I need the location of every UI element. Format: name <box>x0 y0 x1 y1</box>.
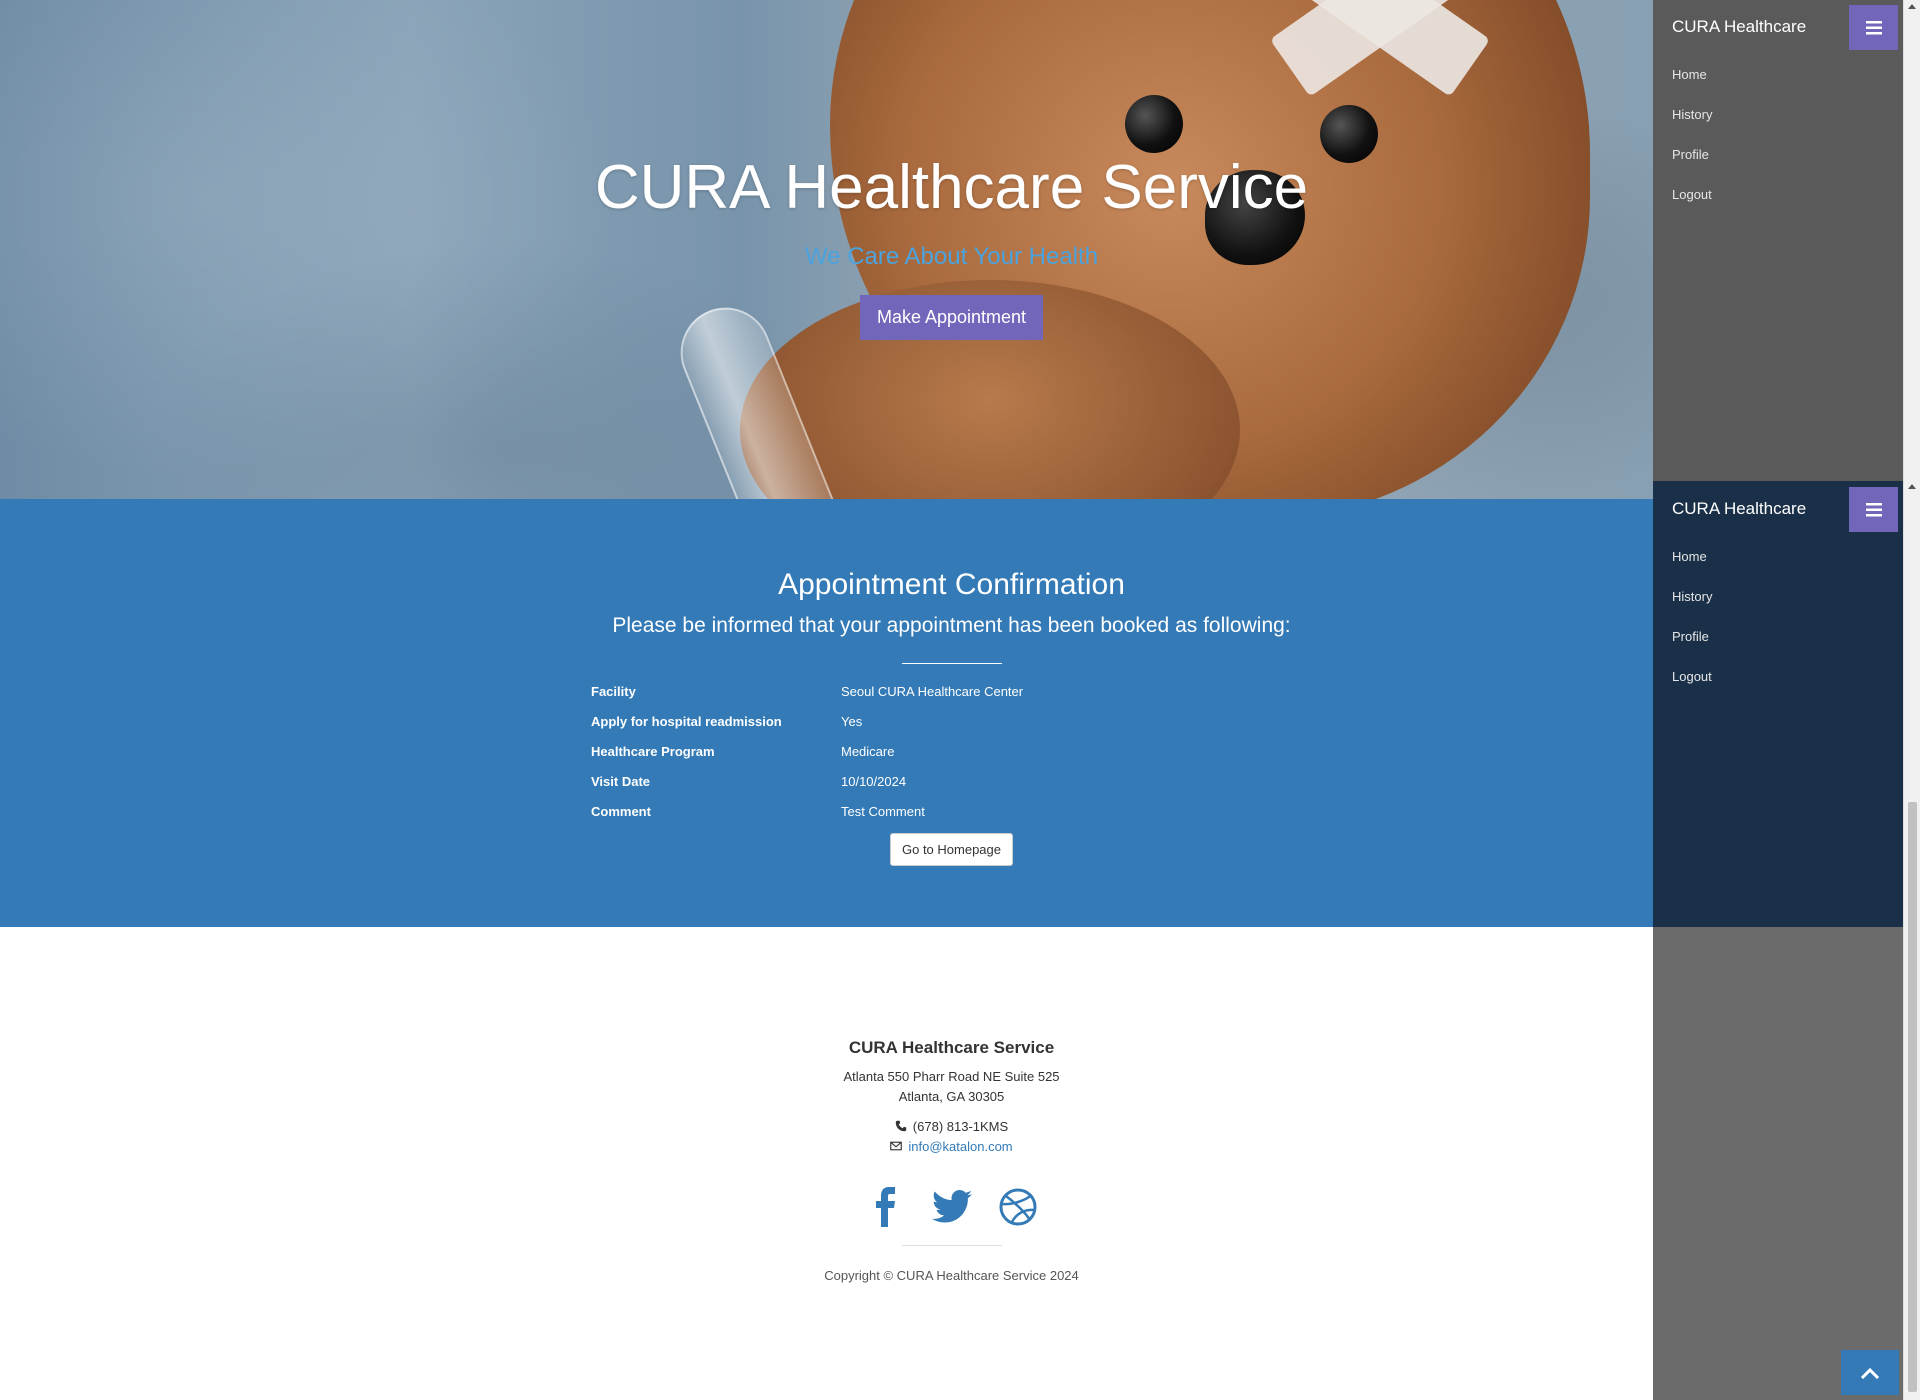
sidebar-item-home[interactable]: Home <box>1672 549 1707 565</box>
sidebar-item-profile[interactable]: Profile <box>1672 629 1709 645</box>
footer-company-name: CURA Healthcare Service <box>848 1038 1055 1057</box>
appointment-confirmation-section: Appointment Confirmation Please be infor… <box>0 499 1653 927</box>
detail-row-comment: Comment Test Comment <box>591 804 1311 834</box>
copyright: Copyright © CURA Healthcare Service 2024 <box>824 1268 1079 1283</box>
hero-subtitle: We Care About Your Health <box>804 243 1099 270</box>
envelope-icon <box>890 1141 903 1151</box>
program-value: Medicare <box>841 744 895 759</box>
social-links <box>0 1187 1903 1227</box>
back-to-top-button[interactable] <box>1841 1350 1899 1395</box>
detail-row-visit-date: Visit Date 10/10/2024 <box>591 774 1311 804</box>
detail-row-facility: Facility Seoul CURA Healthcare Center <box>591 684 1311 714</box>
email-line: info@katalon.com <box>0 1137 1903 1157</box>
phone-line: (678) 813-1KMS <box>0 1117 1903 1137</box>
hero-title: CURA Healthcare Service <box>594 153 1309 222</box>
facility-value: Seoul CURA Healthcare Center <box>841 684 1024 699</box>
appointment-details: Facility Seoul CURA Healthcare Center Ap… <box>591 684 1311 834</box>
sidebar-overlay: CURA Healthcare Home History Profile Log… <box>1653 0 1903 1400</box>
dribbble-icon[interactable] <box>998 1187 1038 1227</box>
menu-toggle-button[interactable] <box>1849 5 1898 50</box>
divider <box>901 663 1002 664</box>
chevron-up-icon <box>1861 1367 1879 1379</box>
email-link[interactable]: info@katalon.com <box>908 1139 1012 1154</box>
hamburger-icon <box>1865 502 1882 516</box>
sidebar-brand[interactable]: CURA Healthcare <box>1672 16 1806 38</box>
detail-label: Visit Date <box>591 774 651 789</box>
footer-address: Atlanta 550 Pharr Road NE Suite 525 Atla… <box>0 1067 1903 1107</box>
address-line-2: Atlanta, GA 30305 <box>898 1089 1005 1104</box>
hero-section: CURA Healthcare Service We Care About Yo… <box>0 0 1653 499</box>
detail-row-program: Healthcare Program Medicare <box>591 744 1311 774</box>
sidebar-brand[interactable]: CURA Healthcare <box>1672 498 1806 520</box>
sidebar-item-logout[interactable]: Logout <box>1672 187 1712 203</box>
scroll-thumb[interactable] <box>1908 802 1917 1392</box>
sidebar-item-home[interactable]: Home <box>1672 67 1707 83</box>
footer-divider <box>901 1245 1002 1246</box>
hamburger-icon <box>1865 20 1882 34</box>
phone-number: (678) 813-1KMS <box>912 1119 1009 1134</box>
bear-eye-left <box>1125 95 1183 153</box>
detail-label: Facility <box>591 684 636 699</box>
phone-icon <box>895 1120 907 1132</box>
address-line-1: Atlanta 550 Pharr Road NE Suite 525 <box>843 1069 1060 1084</box>
footer: CURA Healthcare Service Atlanta 550 Phar… <box>0 927 1903 1284</box>
sidebar-panel-sticky: CURA Healthcare Home History Profile Log… <box>1653 481 1903 927</box>
menu-toggle-button[interactable] <box>1849 487 1898 532</box>
comment-value: Test Comment <box>841 804 925 819</box>
hero-content: CURA Healthcare Service We Care About Yo… <box>0 152 1653 340</box>
go-to-homepage-button[interactable]: Go to Homepage <box>890 833 1013 866</box>
scroll-up-arrow-icon[interactable] <box>1908 484 1916 489</box>
scroll-up-arrow-icon[interactable] <box>1908 4 1916 9</box>
detail-label: Apply for hospital readmission <box>591 714 782 729</box>
twitter-icon[interactable] <box>931 1187 972 1227</box>
readmission-value: Yes <box>841 714 863 729</box>
confirmation-subtitle: Please be informed that your appointment… <box>612 614 1291 637</box>
page-scrollbar[interactable] <box>1903 0 1920 1400</box>
detail-label: Comment <box>591 804 651 819</box>
confirmation-title: Appointment Confirmation <box>778 568 1125 601</box>
detail-label: Healthcare Program <box>591 744 715 759</box>
sidebar-item-logout[interactable]: Logout <box>1672 669 1712 685</box>
sidebar-panel-top: CURA Healthcare Home History Profile Log… <box>1653 0 1903 499</box>
facebook-icon[interactable] <box>866 1187 906 1227</box>
detail-row-readmission: Apply for hospital readmission Yes <box>591 714 1311 744</box>
confirmation-header: Appointment Confirmation Please be infor… <box>0 565 1903 664</box>
sidebar-item-history[interactable]: History <box>1672 589 1712 605</box>
visit-date-value: 10/10/2024 <box>841 774 907 789</box>
sidebar-item-profile[interactable]: Profile <box>1672 147 1709 163</box>
footer-contact: (678) 813-1KMS info@katalon.com <box>0 1117 1903 1157</box>
sidebar-item-history[interactable]: History <box>1672 107 1712 123</box>
make-appointment-button[interactable]: Make Appointment <box>859 295 1044 340</box>
